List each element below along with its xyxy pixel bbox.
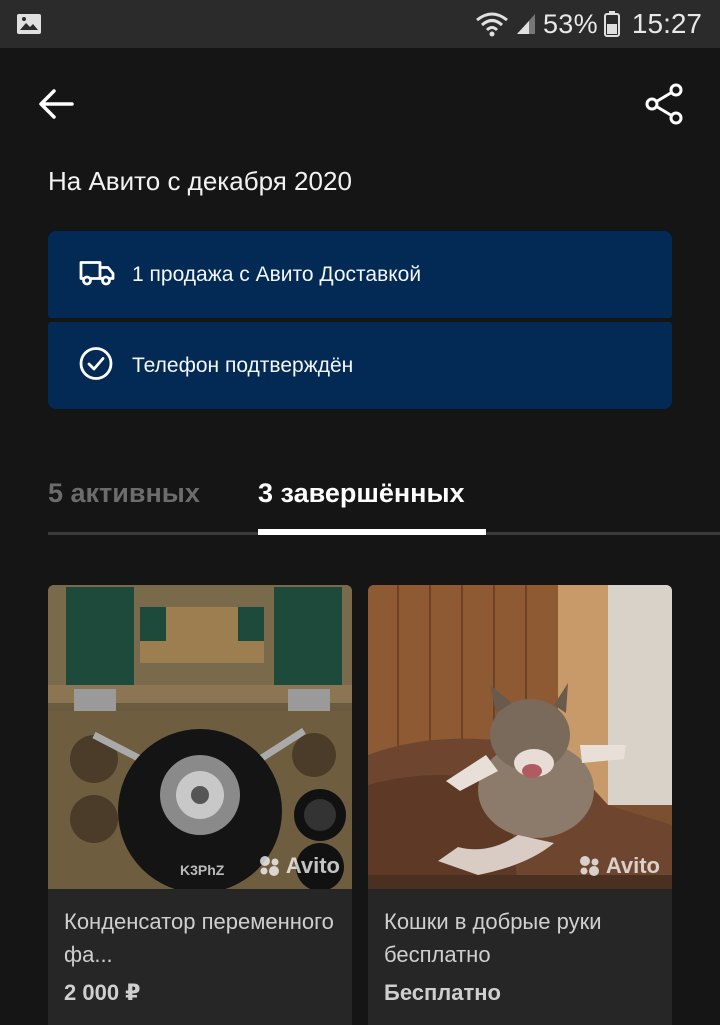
tab-active-listings[interactable]: 5 активных <box>48 478 200 509</box>
phone-verified-badge: Телефон подтверждён <box>48 322 672 409</box>
share-button[interactable] <box>642 82 686 126</box>
share-icon <box>645 83 683 125</box>
gallery-icon <box>17 14 41 34</box>
watermark-text: Avito <box>605 853 660 878</box>
tab-completed-listings[interactable]: 3 завершённых <box>258 478 465 509</box>
app-bar <box>0 48 720 158</box>
listing-tabs: 5 активных 3 завершённых <box>48 470 720 536</box>
member-since: На Авито с декабря 2020 <box>48 166 352 196</box>
check-circle-icon <box>78 345 114 386</box>
wifi-icon <box>476 12 508 37</box>
avito-watermark: Avito <box>578 853 660 879</box>
avito-logo-icon <box>259 856 279 876</box>
listing-card[interactable]: K3PhZ Avito Конденсатор переменного фа..… <box>48 585 352 1025</box>
listing-title: Конденсатор переменного фа... <box>64 909 334 967</box>
status-bar: 53% 15:27 <box>0 0 720 48</box>
listing-price: 2 000 ₽ <box>64 980 141 1005</box>
delivery-badge: 1 продажа с Авито Доставкой <box>48 231 672 318</box>
delivery-badge-label: 1 продажа с Авито Доставкой <box>132 262 422 286</box>
battery-icon <box>603 11 620 37</box>
battery-percent: 53% <box>542 8 598 39</box>
avito-watermark: Avito <box>258 853 340 879</box>
avito-logo-icon <box>579 856 599 876</box>
listing-price: Бесплатно <box>384 980 501 1005</box>
svg-text:K3PhZ: K3PhZ <box>180 862 225 878</box>
listing-card[interactable]: Avito Кошки в добрые руки бесплатно Бесп… <box>368 585 672 1025</box>
watermark-text: Avito <box>285 853 340 878</box>
phone-verified-label: Телефон подтверждён <box>132 353 354 377</box>
signal-icon <box>516 14 535 34</box>
listing-title: Кошки в добрые руки бесплатно <box>384 909 602 967</box>
arrow-left-icon <box>39 89 74 119</box>
listing-photo: Avito <box>368 585 672 889</box>
clock: 15:27 <box>631 8 702 39</box>
listing-photo: K3PhZ Avito <box>48 585 352 889</box>
tab-active-indicator <box>258 529 486 535</box>
back-button[interactable] <box>36 84 76 124</box>
truck-icon <box>78 257 116 292</box>
